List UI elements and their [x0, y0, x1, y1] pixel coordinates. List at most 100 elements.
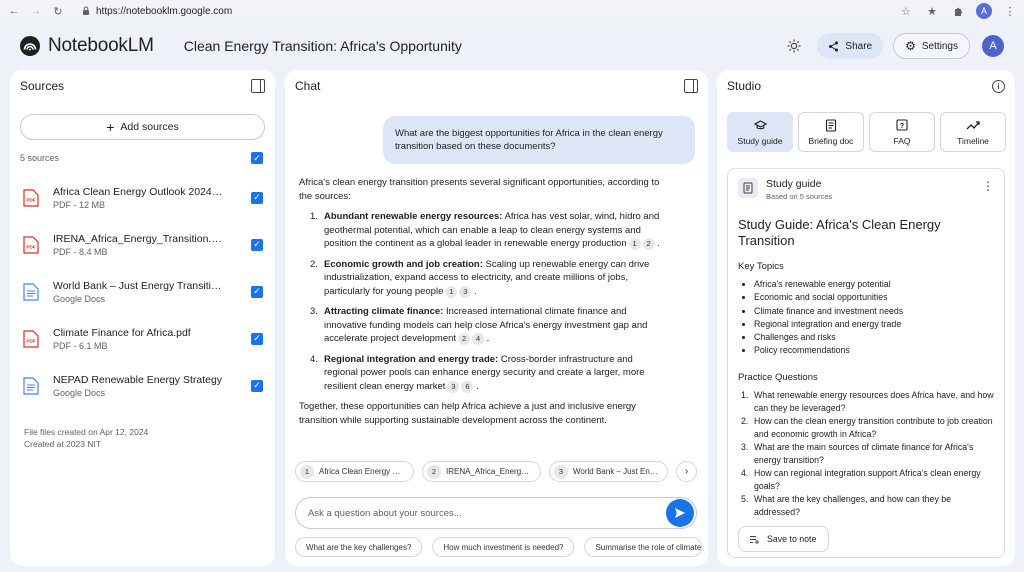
point-heading: Regional integration and energy trade:	[324, 353, 499, 365]
source-title: Climate Finance for Africa.pdf	[53, 326, 191, 339]
point-number: 1.	[310, 211, 318, 222]
send-button[interactable]	[666, 499, 694, 527]
citation-badge[interactable]: 2	[642, 238, 655, 250]
collapse-panel-icon[interactable]	[251, 79, 265, 93]
source-text: NEPAD Renewable Energy Strategy Google Do…	[53, 374, 251, 398]
chip-number: 2	[427, 464, 441, 479]
sources-footer: File files created on Apr 12, 2024 Creat…	[24, 426, 148, 450]
save-to-note-button[interactable]: Save to note	[738, 526, 830, 552]
answer-outro: Together, these opportunities can help A…	[299, 401, 636, 426]
answer-intro: Africa's clean energy transition present…	[299, 177, 660, 202]
studio-tab-label: FAQ	[893, 135, 911, 146]
send-icon	[675, 508, 685, 518]
suggested-question[interactable]: What are the key challenges?	[295, 537, 423, 557]
add-sources-label: Add sources	[120, 121, 179, 133]
back-arrow-icon[interactable]: ←	[6, 3, 22, 19]
study-guide-icon	[738, 178, 758, 198]
trend-icon	[966, 119, 980, 132]
studio-tab-study-guide[interactable]: Study guide	[727, 112, 793, 152]
question-number: 5.	[741, 493, 749, 504]
citation-badge[interactable]: 2	[458, 333, 471, 345]
studio-tab-timeline[interactable]: Timeline	[940, 112, 1006, 152]
collapse-panel-icon[interactable]	[684, 79, 698, 93]
source-item[interactable]: PDF IRENA_Africa_Energy_Transition.pdf PDF…	[10, 221, 275, 268]
settings-button[interactable]: ⚙ Settings	[893, 33, 970, 59]
practice-questions-heading: Practice Questions	[738, 371, 818, 383]
more-options-icon[interactable]: ⋮	[982, 180, 994, 192]
source-chips: 1 Africa Clean Energy Outlook 2024.pdf 2 IR…	[295, 461, 697, 482]
sources-panel: Sources + Add sources 5 sources ✓ PDF Afr…	[10, 70, 275, 566]
source-meta: Google Docs	[53, 387, 106, 398]
user-avatar[interactable]: A	[982, 35, 1004, 57]
source-chip[interactable]: 3 World Bank – Just Energy Transition	[549, 461, 668, 482]
select-all-checkbox[interactable]: ✓	[251, 152, 263, 164]
answer-point: 3. Attracting climate finance: Increased …	[310, 305, 669, 346]
suggested-questions: What are the key challenges? How much inv…	[295, 537, 703, 557]
address-bar[interactable]: https://notebooklm.google.com	[74, 2, 240, 20]
chat-input[interactable]	[308, 507, 666, 519]
svg-text:PDF: PDF	[26, 197, 35, 202]
browser-menu-icon[interactable]: ⋮	[1002, 3, 1018, 19]
question-text: What are the main sources of climate fin…	[754, 441, 974, 465]
info-icon[interactable]: i	[992, 79, 1005, 93]
source-item[interactable]: PDF Africa Clean Energy Outlook 2024.pdf P…	[10, 174, 275, 221]
answer-points: 1. Abundant renewable energy resources: A…	[299, 210, 669, 393]
add-sources-button[interactable]: + Add sources	[20, 114, 265, 140]
studio-tab-label: Timeline	[957, 135, 989, 146]
source-chip[interactable]: 1 Africa Clean Energy Outlook 2024.pdf	[295, 461, 414, 482]
citation-badge[interactable]: 1	[628, 238, 641, 250]
chip-number: 1	[300, 464, 314, 479]
svg-text:PDF: PDF	[26, 338, 35, 343]
reload-icon[interactable]: ↻	[50, 3, 66, 19]
select-all-row: 5 sources ✓	[20, 152, 263, 164]
studio-tab-briefing-doc[interactable]: Briefing doc	[798, 112, 864, 152]
source-text: World Bank – Just Energy Transition in A…	[53, 280, 251, 304]
source-checkbox[interactable]: ✓	[251, 191, 263, 204]
forward-arrow-icon[interactable]: →	[28, 3, 44, 19]
chat-input-box[interactable]	[295, 497, 697, 529]
settings-label: Settings	[921, 40, 958, 52]
key-topics-list: Africa's renewable energy potentialEcono…	[738, 278, 994, 358]
source-chip[interactable]: 2 IRENA_Africa_Energy_Transition.pdf	[422, 461, 541, 482]
point-heading: Abundant renewable energy resources:	[324, 211, 503, 222]
theme-toggle-sun-icon[interactable]	[781, 33, 807, 59]
bookmark-star-icon[interactable]: ☆	[898, 3, 914, 19]
source-checkbox[interactable]: ✓	[251, 332, 263, 345]
lock-icon	[82, 6, 90, 17]
app-name: NotebookLM	[48, 35, 154, 56]
source-checkbox[interactable]: ✓	[251, 379, 263, 392]
browser-profile-avatar[interactable]: A	[976, 3, 992, 19]
citation-badge[interactable]: 6	[461, 380, 474, 393]
source-item[interactable]: PDF Climate Finance for Africa.pdf PDF - 6…	[10, 315, 275, 362]
pdf-file-icon: PDF	[23, 329, 39, 348]
citation-badge[interactable]: 1	[445, 285, 458, 298]
source-item[interactable]: NEPAD Renewable Energy Strategy Google Do…	[10, 362, 275, 409]
extensions-icon[interactable]	[950, 3, 966, 19]
point-body: Regional integration and energy trade: C…	[324, 353, 645, 393]
source-list: PDF Africa Clean Energy Outlook 2024.pdf P…	[10, 174, 275, 409]
svg-text:PDF: PDF	[26, 244, 35, 249]
question-text: What are the key challenges, and how can…	[754, 493, 952, 517]
url-text: https://notebooklm.google.com	[96, 5, 233, 17]
citation-badge[interactable]: 3	[459, 285, 472, 298]
chat-title: Chat	[295, 79, 321, 93]
practice-question: 5. What are the key challenges, and how c…	[738, 493, 994, 519]
studio-tabs: Study guide Briefing doc? FAQ Timeline	[727, 112, 1006, 152]
share-button[interactable]: Share	[817, 33, 884, 59]
citation-badge[interactable]: 3	[447, 380, 460, 393]
studio-tab-faq[interactable]: ? FAQ	[869, 112, 935, 152]
chevron-right-icon[interactable]: ›	[676, 461, 697, 482]
footer-line-1: File files created on Apr 12, 2024	[24, 427, 149, 437]
citation-badge[interactable]: 4	[472, 333, 485, 345]
question-text: What renewable energy resources does Afr…	[754, 389, 994, 413]
practice-question: 1. What renewable energy resources does A…	[738, 389, 994, 415]
studio-tab-label: Study guide	[737, 135, 783, 146]
suggested-question[interactable]: How much investment is needed?	[432, 537, 575, 557]
suggested-question[interactable]: Summarise the role of climate finance	[584, 537, 703, 557]
question-number: 4.	[741, 467, 749, 478]
source-item[interactable]: World Bank – Just Energy Transition in A…	[10, 268, 275, 315]
source-checkbox[interactable]: ✓	[251, 238, 263, 251]
notebook-title[interactable]: Clean Energy Transition: Africa's Opport…	[184, 38, 462, 54]
bookmarks-icon[interactable]: ★	[924, 3, 940, 19]
source-checkbox[interactable]: ✓	[251, 285, 263, 298]
